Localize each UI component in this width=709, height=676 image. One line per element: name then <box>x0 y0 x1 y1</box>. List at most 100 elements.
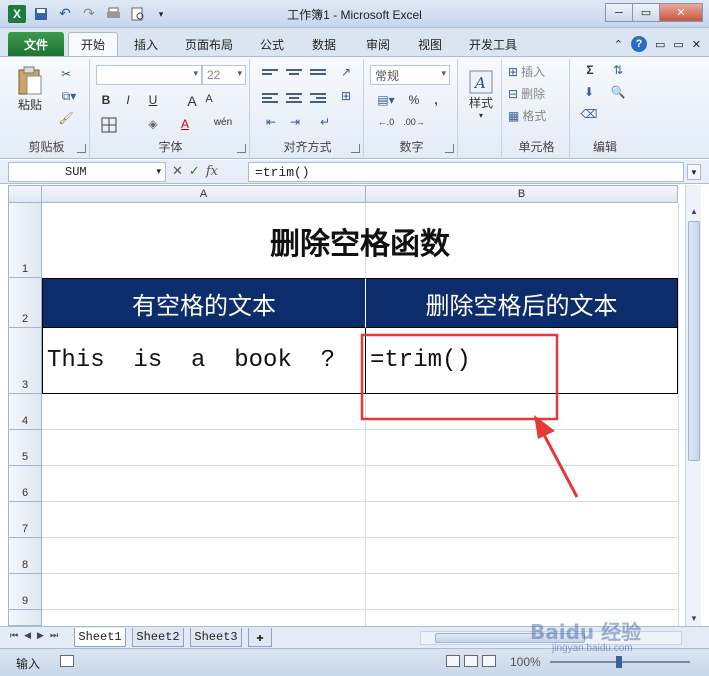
clear-icon[interactable]: ⌫ <box>578 107 600 121</box>
formula-bar-expand-icon[interactable]: ▼ <box>687 164 701 180</box>
zoom-level[interactable]: 100% <box>510 655 541 669</box>
workbook-minimize-icon[interactable]: ▭ <box>655 38 665 51</box>
zoom-slider-knob[interactable] <box>616 656 622 668</box>
align-left-icon[interactable] <box>262 93 278 105</box>
confirm-entry-icon[interactable]: ✓ <box>189 163 200 179</box>
sheet-tab-1[interactable]: Sheet1 <box>74 628 126 647</box>
first-sheet-icon[interactable]: ⏮ <box>10 631 18 641</box>
italic-button[interactable]: I <box>120 93 136 107</box>
percent-button[interactable]: % <box>406 93 422 107</box>
scroll-up-icon[interactable]: ▲ <box>686 203 702 219</box>
fill-color-icon[interactable]: ◈ <box>142 117 164 131</box>
number-launcher-icon[interactable] <box>445 144 454 153</box>
align-middle-icon[interactable] <box>286 69 302 81</box>
phonetic-button[interactable]: wén <box>210 117 236 128</box>
name-box[interactable]: SUM ▾ <box>8 162 166 182</box>
grow-font-button[interactable]: A <box>184 93 200 109</box>
scroll-down-icon[interactable]: ▼ <box>686 610 702 626</box>
clipboard-launcher-icon[interactable] <box>77 144 86 153</box>
row-header-10[interactable] <box>8 610 42 626</box>
tab-data[interactable]: 数据 <box>302 32 346 56</box>
maximize-button[interactable]: ▭ <box>632 3 660 22</box>
next-sheet-icon[interactable]: ▶ <box>37 631 44 641</box>
merge-center-icon[interactable]: ⊞ <box>336 89 356 103</box>
normal-view-icon[interactable] <box>446 655 460 667</box>
cell-a3[interactable]: This is a book ? <box>42 328 366 394</box>
tab-view[interactable]: 视图 <box>408 32 452 56</box>
alignment-launcher-icon[interactable] <box>351 144 360 153</box>
page-layout-view-icon[interactable] <box>464 655 478 667</box>
borders-icon[interactable] <box>98 117 120 133</box>
format-painter-icon[interactable]: 🖌 <box>56 109 76 127</box>
help-icon[interactable]: ? <box>630 36 647 52</box>
font-launcher-icon[interactable] <box>237 144 246 153</box>
zoom-slider[interactable] <box>550 656 690 668</box>
cancel-entry-icon[interactable]: ✕ <box>172 163 183 179</box>
align-top-icon[interactable] <box>262 69 278 81</box>
tab-page-layout[interactable]: 页面布局 <box>176 32 242 56</box>
vertical-scrollbar[interactable]: ▲ ▼ <box>685 185 701 626</box>
bold-button[interactable]: B <box>98 93 114 107</box>
find-select-icon[interactable]: 🔍 <box>606 85 630 99</box>
insert-function-button[interactable]: fx <box>206 164 218 179</box>
sheet-tab-2[interactable]: Sheet2 <box>132 628 184 647</box>
column-header-a[interactable]: A <box>42 185 366 203</box>
comma-button[interactable]: , <box>428 93 444 107</box>
paste-button[interactable]: 粘贴 <box>12 63 48 115</box>
sort-filter-icon[interactable]: ⇅ <box>606 63 630 77</box>
insert-cells-button[interactable]: ⊞ 插入 <box>508 63 566 80</box>
font-color-button[interactable]: A <box>176 117 194 131</box>
increase-decimal-icon[interactable]: ←.0 <box>374 117 398 127</box>
prev-sheet-icon[interactable]: ◀ <box>24 631 31 641</box>
row-header-5[interactable]: 5 <box>8 430 42 466</box>
shrink-font-button[interactable]: A <box>202 93 216 105</box>
row-header-7[interactable]: 7 <box>8 502 42 538</box>
delete-cells-button[interactable]: ⊟ 删除 <box>508 85 566 102</box>
format-cells-button[interactable]: ▦ 格式 <box>508 107 566 124</box>
workbook-restore-icon[interactable]: ▭ <box>673 38 683 51</box>
select-all-corner[interactable] <box>8 185 42 203</box>
sheet-title-cell[interactable]: 删除空格函数 <box>42 203 678 278</box>
underline-button[interactable]: U <box>142 93 164 107</box>
font-name-combo[interactable]: ▾ <box>96 65 202 85</box>
formula-input[interactable]: =trim() <box>248 162 684 182</box>
font-size-combo[interactable]: 22 ▾ <box>202 65 246 85</box>
styles-button[interactable]: A 样式 ▾ <box>464 65 498 125</box>
align-center-icon[interactable] <box>286 93 302 105</box>
tab-home[interactable]: 开始 <box>68 32 118 56</box>
insert-sheet-icon[interactable]: ✚ <box>248 628 272 647</box>
row-header-2[interactable]: 2 <box>8 278 42 328</box>
page-break-view-icon[interactable] <box>482 655 496 667</box>
sheet-tab-3[interactable]: Sheet3 <box>190 628 242 647</box>
row-header-9[interactable]: 9 <box>8 574 42 610</box>
decrease-decimal-icon[interactable]: .00→ <box>402 117 426 127</box>
tab-insert[interactable]: 插入 <box>124 32 168 56</box>
copy-icon[interactable]: ⧉▾ <box>56 87 82 105</box>
tab-file[interactable]: 文件 <box>8 32 64 56</box>
fill-icon[interactable]: ⬇ <box>578 85 600 99</box>
row-header-8[interactable]: 8 <box>8 538 42 574</box>
wrap-text-icon[interactable]: ↵ <box>314 115 336 129</box>
minimize-button[interactable]: ─ <box>605 3 633 22</box>
ribbon-collapse-icon[interactable]: ⌃ <box>614 38 623 51</box>
record-macro-icon[interactable] <box>60 655 74 667</box>
row-header-3[interactable]: 3 <box>8 328 42 394</box>
cut-icon[interactable]: ✂ <box>56 65 76 83</box>
decrease-indent-icon[interactable]: ⇤ <box>262 115 280 129</box>
align-right-icon[interactable] <box>310 93 326 105</box>
vertical-scroll-thumb[interactable] <box>688 221 700 461</box>
cell-b3-editing[interactable]: =trim() <box>365 328 678 394</box>
align-bottom-icon[interactable] <box>310 69 326 81</box>
header-cell-a2[interactable]: 有空格的文本 <box>42 278 366 328</box>
last-sheet-icon[interactable]: ⏭ <box>50 631 58 641</box>
tab-developer[interactable]: 开发工具 <box>460 32 526 56</box>
autosum-button[interactable]: Σ <box>578 63 602 77</box>
number-format-combo[interactable]: 常规 ▾ <box>370 65 450 85</box>
increase-indent-icon[interactable]: ⇥ <box>286 115 304 129</box>
close-button[interactable]: ✕ <box>659 3 703 22</box>
row-header-6[interactable]: 6 <box>8 466 42 502</box>
row-header-4[interactable]: 4 <box>8 394 42 430</box>
currency-icon[interactable]: ▤▾ <box>374 93 398 107</box>
tab-formulas[interactable]: 公式 <box>252 32 292 56</box>
workbook-close-icon[interactable]: ✕ <box>692 38 701 51</box>
